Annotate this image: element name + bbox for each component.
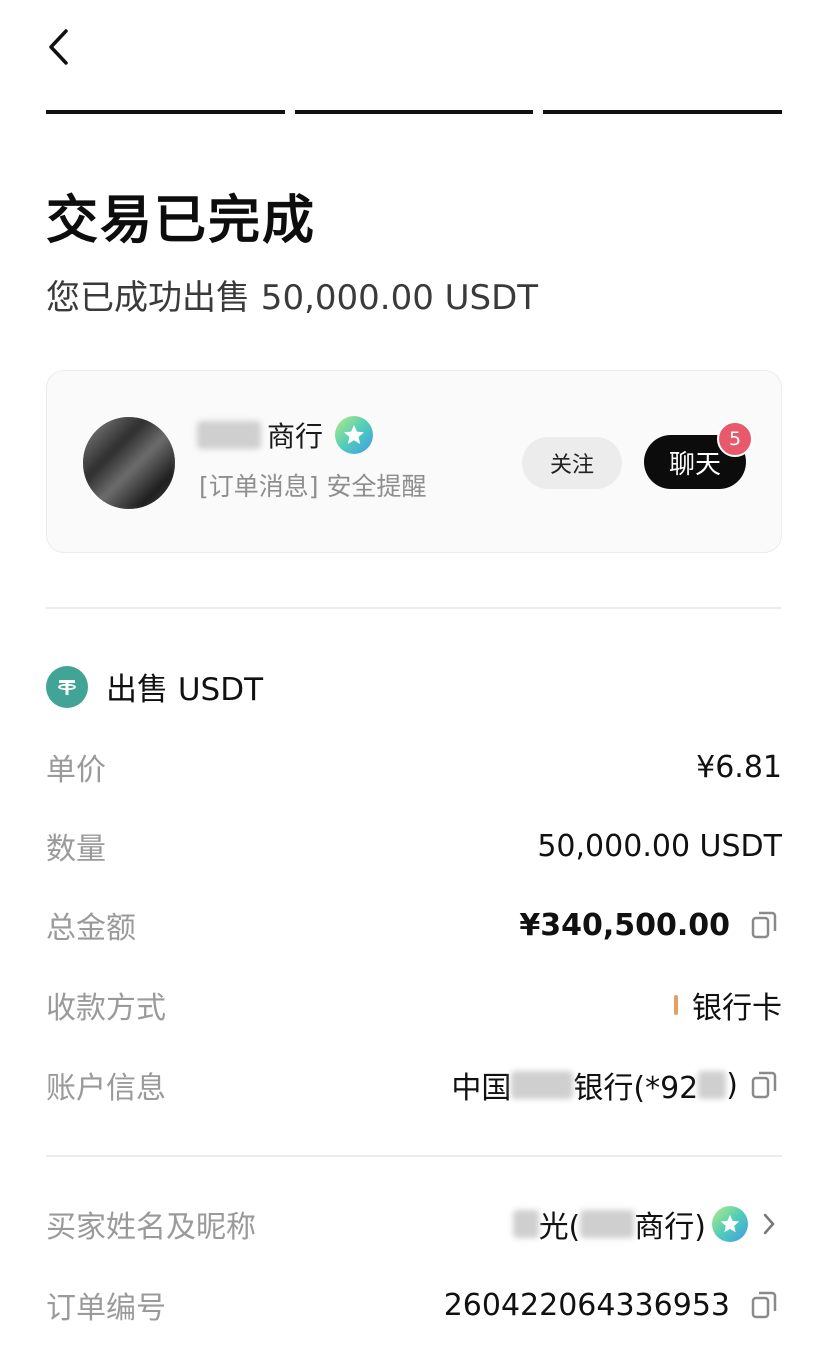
redacted-text (197, 421, 261, 449)
quantity-label: 数量 (46, 832, 106, 867)
order-number-wrap: 260422064336953 (444, 1287, 782, 1323)
row-unit-price: 单价 ¥6.81 (46, 742, 782, 792)
buyer-nickname-part: 商行) (634, 1210, 706, 1245)
total-amount-wrap: ¥340,500.00 (519, 907, 782, 943)
copy-icon[interactable] (746, 1287, 782, 1323)
payment-method-wrap: 银行卡 (674, 983, 782, 1027)
merchant-card[interactable]: 商行 [订单消息] 安全提醒 关注 聊天 5 (46, 370, 782, 553)
bank-card-icon (674, 995, 678, 1015)
redacted-text (580, 1210, 635, 1238)
order-message[interactable]: [订单消息] 安全提醒 (199, 467, 426, 503)
progress-step-1 (46, 110, 285, 114)
status-subtitle: 您已成功出售 50,000.00 USDT (46, 278, 539, 318)
verified-star-icon (335, 416, 374, 454)
unread-badge: 5 (717, 421, 753, 457)
progress-step-2 (294, 110, 534, 114)
unit-price-label: 单价 (46, 753, 106, 788)
follow-button[interactable]: 关注 (522, 437, 622, 489)
payment-method-value: 银行卡 (692, 991, 782, 1026)
order-section-head: 出售 USDT (46, 664, 263, 709)
row-payment-method: 收款方式 银行卡 (46, 980, 782, 1030)
redacted-text (698, 1071, 727, 1099)
quantity-value: 50,000.00 USDT (537, 828, 782, 864)
account-info-label: 账户信息 (46, 1071, 166, 1106)
page-title: 交易已完成 (46, 191, 317, 251)
row-buyer-name[interactable]: 买家姓名及昵称 光( 商行) (46, 1199, 782, 1249)
section-title: 出售 USDT (106, 672, 264, 708)
buyer-name-label: 买家姓名及昵称 (46, 1210, 256, 1245)
merchant-name-row: 商行 (197, 415, 374, 455)
total-amount-label: 总金额 (46, 911, 136, 946)
buyer-name-part: 光( (538, 1210, 581, 1245)
row-quantity: 数量 50,000.00 USDT (46, 821, 782, 871)
account-bank-end: ) (726, 1067, 738, 1103)
redacted-text (512, 1210, 539, 1238)
unit-price-value: ¥6.81 (696, 749, 782, 785)
account-bank-prefix: 中国 (451, 1071, 512, 1106)
total-amount-value: ¥340,500.00 (519, 907, 730, 943)
account-bank-suffix: 银行(*92 (573, 1071, 699, 1106)
chevron-left-icon (49, 29, 68, 65)
copy-icon[interactable] (746, 1067, 782, 1103)
order-number-value: 260422064336953 (443, 1287, 730, 1323)
verified-star-icon (712, 1206, 748, 1242)
progress-steps (46, 110, 783, 114)
copy-icon[interactable] (746, 907, 782, 943)
row-total-amount: 总金额 ¥340,500.00 (46, 900, 782, 950)
row-account-info: 账户信息 中国 银行(*92 ) (46, 1060, 782, 1110)
progress-step-3 (543, 110, 783, 114)
avatar[interactable] (83, 417, 175, 509)
order-number-label: 订单编号 (46, 1291, 166, 1326)
account-info-wrap: 中国 银行(*92 ) (451, 1063, 782, 1107)
divider (46, 1155, 782, 1157)
usdt-token-icon (46, 665, 88, 708)
payment-method-label: 收款方式 (46, 991, 166, 1026)
merchant-name: 商行 (267, 420, 324, 453)
buyer-name-wrap[interactable]: 光( 商行) (512, 1202, 782, 1246)
row-order-number: 订单编号 260422064336953 (46, 1280, 782, 1330)
redacted-text (511, 1071, 574, 1099)
chevron-right-icon (756, 1207, 782, 1241)
divider (46, 607, 782, 609)
back-button[interactable] (38, 24, 78, 70)
